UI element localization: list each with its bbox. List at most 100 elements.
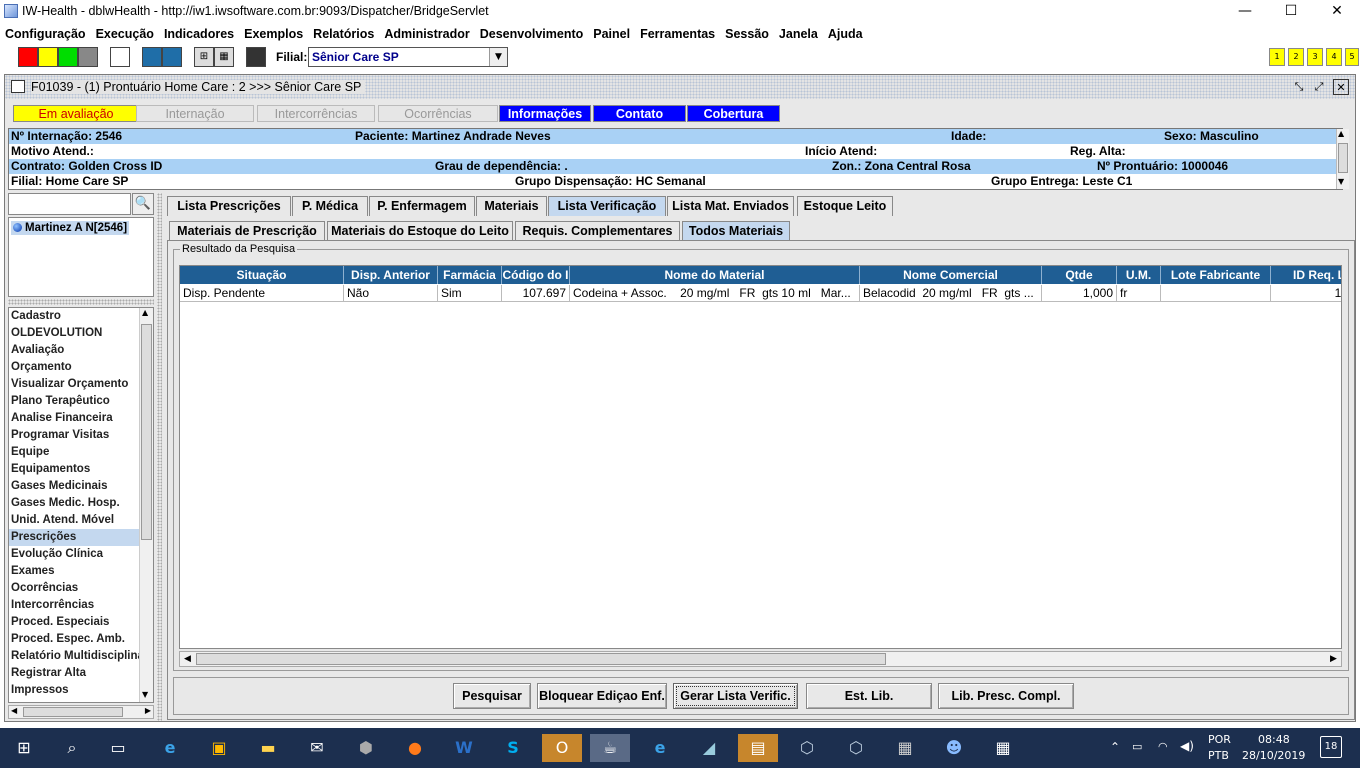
tab-materiais-estoque-leito[interactable]: Materiais do Estoque do Leito [327,221,513,241]
window-5-button[interactable]: 5 [1345,48,1359,66]
folder-icon[interactable]: ▬ [254,734,282,762]
frame-close-icon[interactable]: ✕ [1333,79,1349,95]
table-cell[interactable]: Sim [438,285,502,302]
app-icon-box1[interactable]: ⬡ [793,734,821,762]
col-lote-fabricante[interactable]: Lote Fabricante [1161,266,1271,284]
col-farmacia[interactable]: Farmácia [438,266,502,284]
red-button[interactable] [18,47,38,67]
black-button[interactable] [246,47,266,67]
table-cell[interactable]: Belacodid 20 mg/ml FR gts ... [860,285,1042,302]
scroll-up-icon[interactable]: ▲ [142,308,148,317]
word-icon[interactable]: W [450,734,478,762]
tab-materiais[interactable]: Materiais [476,196,547,216]
col-disp-anterior[interactable]: Disp. Anterior [344,266,438,284]
menu-desenvolvimento[interactable]: Desenvolvimento [475,24,589,44]
nav-item[interactable]: Plano Terapêutico [9,393,153,410]
table-cell[interactable]: Não [344,285,438,302]
nav-item[interactable]: Registrar Alta [9,665,153,682]
patient-item[interactable]: Martinez A N[2546] [11,221,130,235]
col-qtde[interactable]: Qtde [1042,266,1117,284]
green-button[interactable] [58,47,78,67]
pesquisar-button[interactable]: Pesquisar [453,683,531,709]
col-nome-comercial[interactable]: Nome Comercial [860,266,1042,284]
menu-ajuda[interactable]: Ajuda [823,24,868,44]
scroll-thumb[interactable] [1338,143,1348,173]
task-view-icon[interactable]: ▭ [104,734,132,762]
menu-janela[interactable]: Janela [774,24,823,44]
menu-administrador[interactable]: Administrador [379,24,474,44]
window-2-button[interactable]: 2 [1288,48,1304,66]
keyboard-layout[interactable]: PTB [1208,749,1229,762]
nav-item[interactable]: Proced. Espec. Amb. [9,631,153,648]
mail-icon[interactable]: ✉ [303,734,331,762]
scroll-thumb[interactable] [23,707,123,717]
app-icon-network[interactable]: ⬢ [352,734,380,762]
blue-button-1[interactable] [142,47,162,67]
vertical-splitter[interactable] [157,193,162,721]
nav-hscrollbar[interactable]: ◀ ▶ [8,705,154,719]
scroll-left-icon[interactable]: ◀ [180,652,195,666]
nav-item[interactable]: Proced. Especiais [9,614,153,631]
tab-todos-materiais[interactable]: Todos Materiais [682,221,790,241]
lib-presc-compl-button[interactable]: Lib. Presc. Compl. [938,683,1074,709]
nav-item[interactable]: Exames [9,563,153,580]
nav-scrollbar[interactable]: ▲ ▼ [139,308,153,702]
close-button[interactable]: ✕ [1314,0,1360,24]
app-icon-box2[interactable]: ⬡ [842,734,870,762]
tab-lista-mat-enviados[interactable]: Lista Mat. Enviados [667,196,794,216]
window-1-button[interactable]: 1 [1269,48,1285,66]
nav-item[interactable]: Prescrições [9,529,153,546]
table-cell[interactable] [1161,285,1271,302]
nav-item[interactable]: Gases Medic. Hosp. [9,495,153,512]
gray-button[interactable] [78,47,98,67]
window-4-button[interactable]: 4 [1326,48,1342,66]
app-icon-monitor[interactable]: ▦ [891,734,919,762]
outlook-icon[interactable]: O [542,734,582,762]
tab-materiais-prescricao[interactable]: Materiais de Prescrição [169,221,325,241]
menu-configuracao[interactable]: Configuração [0,24,91,44]
nav-item[interactable]: Cadastro [9,308,153,325]
menu-sessao[interactable]: Sessão [720,24,774,44]
nav-item[interactable]: Orçamento [9,359,153,376]
window-3-button[interactable]: 3 [1307,48,1323,66]
nav-item[interactable]: Intercorrências [9,597,153,614]
skype-icon[interactable]: S [499,734,527,762]
nav-item[interactable]: OLDEVOLUTION [9,325,153,342]
col-nome-material[interactable]: Nome do Material [570,266,860,284]
status-intercorrencias[interactable]: Intercorrências [257,105,375,122]
tab-p-medica[interactable]: P. Médica [292,196,368,216]
windows-start-icon[interactable]: ⊞ [10,734,38,762]
minimize-button[interactable]: — [1222,0,1268,24]
notification-icon[interactable]: 18 [1320,736,1342,758]
tab-lista-prescricoes[interactable]: Lista Prescrições [167,196,291,216]
patient-search-input[interactable] [8,193,131,215]
nav-item[interactable]: Gases Medicinais [9,478,153,495]
store-icon[interactable]: ▣ [205,734,233,762]
table-cell[interactable]: 107.697 [502,285,570,302]
tab-lista-verificacao[interactable]: Lista Verificação [548,196,666,216]
scroll-down-icon[interactable]: ▼ [1338,177,1344,186]
nav-item[interactable]: Unid. Atend. Móvel [9,512,153,529]
status-cobertura[interactable]: Cobertura [687,105,780,122]
language-code[interactable]: POR [1208,733,1231,746]
menu-execucao[interactable]: Execução [91,24,159,44]
splitter[interactable] [8,299,154,305]
ie-icon[interactable]: e [646,734,674,762]
app-icon-book[interactable]: ◢ [695,734,723,762]
search-icon[interactable]: ⌕ [58,734,86,762]
status-contato[interactable]: Contato [593,105,686,122]
nav-item[interactable]: Relatório Multidisciplina [9,648,153,665]
scroll-right-icon[interactable]: ▶ [1326,652,1341,666]
tree-icon[interactable]: ⊞ [194,47,214,67]
table-cell[interactable]: Codeina + Assoc. 20 mg/ml FR gts 10 ml M… [570,285,860,302]
app-icon-user[interactable]: ☻ [940,734,968,762]
chevron-down-icon[interactable]: ▼ [489,48,507,66]
menu-relatorios[interactable]: Relatórios [308,24,379,44]
info-scrollbar[interactable]: ▲ ▼ [1336,129,1349,189]
est-lib-button[interactable]: Est. Lib. [806,683,932,709]
table-cell[interactable]: fr [1117,285,1161,302]
edge-icon[interactable]: e [156,734,184,762]
tab-requis-complementares[interactable]: Requis. Complementares [515,221,680,241]
yellow-button[interactable] [38,47,58,67]
status-informacoes[interactable]: Informações [499,105,591,122]
